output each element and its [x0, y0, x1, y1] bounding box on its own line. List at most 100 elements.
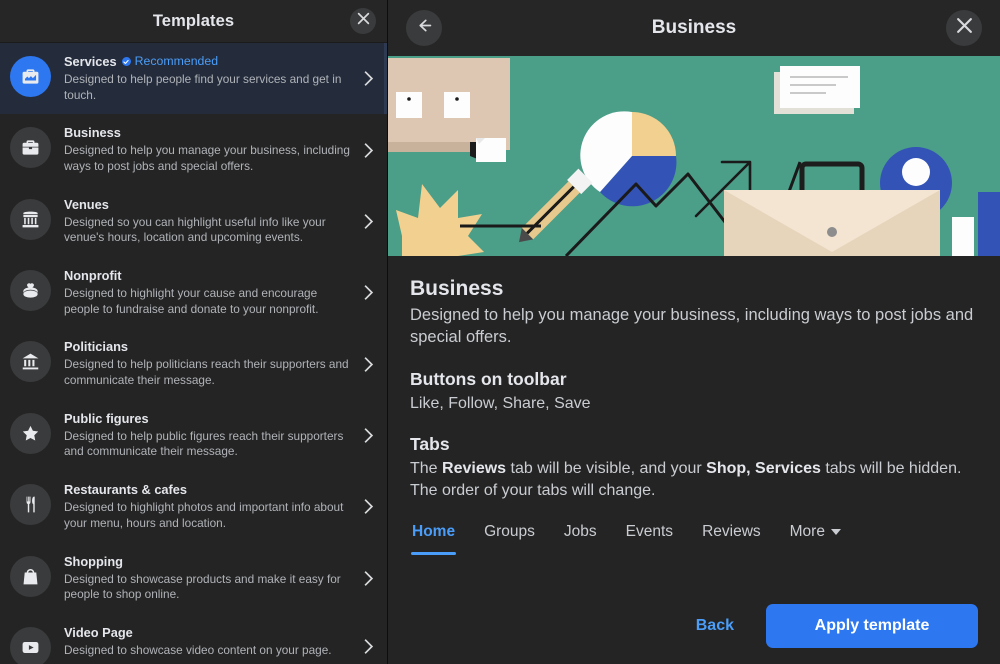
sidebar-item-label: Restaurants & cafes	[64, 482, 188, 498]
sidebar-item-title-row: Business	[64, 125, 351, 141]
tab-label: Home	[412, 523, 456, 541]
tab-label: Groups	[484, 523, 535, 541]
sidebar-item-title-row: Venues	[64, 197, 351, 213]
template-name: Business	[410, 277, 504, 300]
sidebar-item-text: Public figures Designed to help public fi…	[51, 411, 357, 460]
business-illustration	[388, 56, 1000, 256]
tab-more[interactable]: More	[790, 523, 841, 555]
back-button[interactable]	[406, 10, 442, 46]
sidebar-item-label: Politicians	[64, 339, 129, 355]
chevron-right-icon[interactable]	[357, 638, 379, 655]
arrow-left-icon	[416, 17, 433, 39]
sidebar-item-politicians[interactable]: Politicians Designed to help politicians …	[0, 328, 387, 399]
sidebar-item-description: Designed to help politicians reach their…	[64, 357, 349, 388]
preview-tabs[interactable]: Home Groups Jobs Events Reviews More	[410, 523, 978, 556]
tab-label: More	[789, 523, 825, 541]
sidebar-item-label: Venues	[64, 196, 109, 212]
detail-title: Business	[651, 17, 737, 38]
chevron-right-icon[interactable]	[357, 284, 379, 301]
chevron-right-icon[interactable]	[357, 427, 379, 444]
sidebar-item-description: Designed to highlight photos and importa…	[64, 500, 344, 530]
sidebar-item-title-row: Video Page	[64, 625, 351, 641]
back-link[interactable]: Back	[682, 609, 748, 643]
sidebar-item-title-row: Politicians	[64, 339, 351, 355]
tab-label: Reviews	[702, 523, 761, 541]
detail-body: Business Designed to help you manage you…	[388, 256, 1000, 600]
shopping-bag-icon	[10, 555, 51, 597]
sidebar-item-description: Designed to showcase video content on yo…	[64, 642, 332, 657]
sidebar-item-text: Services Recommended Designed to help peop…	[51, 54, 357, 103]
sidebar-item-business[interactable]: Business Designed to help you manage your…	[0, 114, 387, 185]
sidebar-item-restaurants-cafes[interactable]: Restaurants & cafes Designed to highlight…	[0, 471, 387, 542]
tab-groups[interactable]: Groups	[484, 523, 535, 555]
detail-header: Business	[388, 0, 1000, 56]
sidebar-item-title-row: Nonprofit	[64, 268, 351, 284]
fork-knife-icon	[10, 484, 51, 526]
heart-donation-icon	[10, 270, 51, 312]
star-icon	[10, 412, 51, 454]
template-description: Designed to help you manage your busines…	[410, 306, 974, 347]
chevron-right-icon[interactable]	[357, 70, 379, 87]
chevron-right-icon[interactable]	[357, 570, 379, 587]
sidebar-item-shopping[interactable]: Shopping Designed to showcase products an…	[0, 543, 387, 614]
detail-close-button[interactable]	[946, 10, 982, 46]
sidebar-item-text: Shopping Designed to showcase products an…	[51, 554, 357, 603]
detail-footer: Back Apply template	[388, 600, 1000, 664]
chevron-right-icon[interactable]	[357, 356, 379, 373]
tab-jobs[interactable]: Jobs	[564, 523, 597, 555]
buttons-section-heading: Buttons on toolbar	[410, 368, 567, 389]
sidebar-item-title-row: Restaurants & cafes	[64, 482, 351, 498]
services-briefcase-icon	[10, 56, 51, 97]
tabs-section-text: The Reviews tab will be visible, and you…	[410, 458, 978, 501]
sidebar-item-text: Nonprofit Designed to highlight your caus…	[51, 268, 357, 317]
sidebar-item-description: Designed to highlight your cause and enc…	[64, 286, 319, 316]
sidebar-item-public-figures[interactable]: Public figures Designed to help public fi…	[0, 400, 387, 471]
sidebar-item-nonprofit[interactable]: Nonprofit Designed to highlight your caus…	[0, 257, 387, 328]
sidebar-item-title-row: Services Recommended	[64, 54, 351, 70]
sidebar-item-title-row: Shopping	[64, 554, 351, 570]
sidebar-item-label: Video Page	[64, 624, 133, 640]
chevron-right-icon[interactable]	[357, 142, 379, 159]
chevron-right-icon[interactable]	[357, 498, 379, 515]
tab-home[interactable]: Home	[410, 523, 457, 556]
buttons-section-value: Like, Follow, Share, Save	[410, 394, 591, 412]
sidebar-item-title-row: Public figures	[64, 411, 351, 427]
sidebar-item-description: Designed to showcase products and make i…	[64, 571, 341, 602]
recommended-badge: Recommended	[121, 54, 219, 69]
sidebar-item-label: Business	[64, 125, 121, 141]
templates-list[interactable]: Services Recommended Designed to help peop…	[0, 43, 387, 664]
tab-reviews[interactable]: Reviews	[702, 523, 761, 555]
sidebar-header: Templates	[0, 0, 387, 43]
government-building-icon	[10, 341, 51, 383]
tabs-text-part1: The	[410, 460, 443, 478]
recommended-label: Recommended	[134, 54, 219, 69]
close-icon	[357, 12, 370, 30]
close-icon	[956, 17, 973, 39]
sidebar-item-video-page[interactable]: Video Page Designed to showcase video con…	[0, 614, 387, 664]
page-title: Templates	[152, 11, 235, 30]
close-button[interactable]	[350, 8, 376, 34]
sidebar-item-description: Designed to help you manage your busines…	[64, 143, 350, 174]
tabs-text-bold2: Shop, Services	[706, 460, 821, 478]
venue-building-icon	[10, 198, 51, 240]
tab-events[interactable]: Events	[626, 523, 673, 555]
template-picker-dialog: Templates Services Recommended Designed to…	[0, 0, 1000, 664]
sidebar-item-description: Designed so you can highlight useful inf…	[64, 214, 326, 245]
sidebar-item-text: Venues Designed so you can highlight usef…	[51, 197, 357, 246]
sidebar-item-label: Nonprofit	[64, 268, 122, 284]
tabs-text-part2: tab will be visible, and your	[506, 460, 707, 478]
tabs-text-bold1: Reviews	[442, 460, 507, 478]
chevron-down-icon	[830, 529, 841, 536]
template-detail-panel: Business Business Designed to help you m…	[388, 0, 1000, 664]
apply-template-button[interactable]: Apply template	[766, 604, 978, 648]
sidebar-item-description: Designed to help people find your servic…	[64, 71, 342, 102]
verified-check-icon	[121, 57, 131, 67]
sidebar-item-venues[interactable]: Venues Designed so you can highlight usef…	[0, 186, 387, 257]
sidebar-item-text: Business Designed to help you manage your…	[51, 125, 357, 174]
sidebar-item-services[interactable]: Services Recommended Designed to help peop…	[0, 43, 387, 115]
sidebar-item-label: Public figures	[64, 410, 149, 426]
chevron-right-icon[interactable]	[357, 213, 379, 230]
video-play-icon	[10, 626, 51, 664]
tab-label: Jobs	[563, 523, 597, 541]
sidebar-item-label: Shopping	[64, 553, 123, 569]
